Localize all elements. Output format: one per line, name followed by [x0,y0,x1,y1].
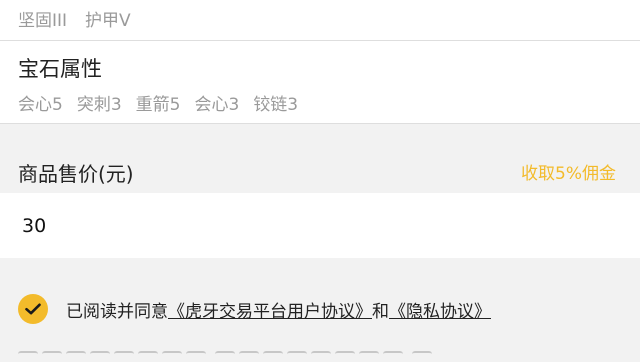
gem-attribute: 突刺3 [76,95,122,115]
privacy-agreement-link[interactable]: 《隐私协议》 [389,297,491,322]
skill-tag: 坚固III [18,11,68,31]
gem-attribute: 重箭5 [135,95,181,115]
price-input[interactable] [22,213,602,239]
skill-tag: 护甲V [85,11,131,31]
agreement-checkbox[interactable] [18,294,48,324]
agreement-conjunction: 和 [372,301,389,322]
check-icon [25,303,41,315]
agreement-prefix: 已阅读并同意 [66,301,168,322]
gem-attribute: 会心5 [18,95,63,115]
gem-attribute: 铰链3 [253,95,299,115]
commission-note: 收取5%佣金 [521,164,616,184]
price-field-container [0,193,640,258]
user-agreement-link[interactable]: 《虎牙交易平台用户协议》 [168,297,372,322]
gem-attribute-list: 会心5 突刺3 重箭5 会心3 铰链3 [18,90,298,115]
agreement-row: 已阅读并同意 《虎牙交易平台用户协议》 和 《隐私协议》 [18,294,491,324]
skill-section: 坚固III 护甲V [0,0,640,40]
gem-section-title: 宝石属性 [18,57,102,81]
cutoff-text-line [18,350,438,362]
price-label: 商品售价(元) [18,162,134,186]
gem-attribute: 会心3 [194,95,240,115]
skill-tags: 坚固III 护甲V [18,6,131,31]
divider [0,123,640,124]
gem-attributes-section: 宝石属性 会心5 突刺3 重箭5 会心3 铰链3 [0,41,640,123]
